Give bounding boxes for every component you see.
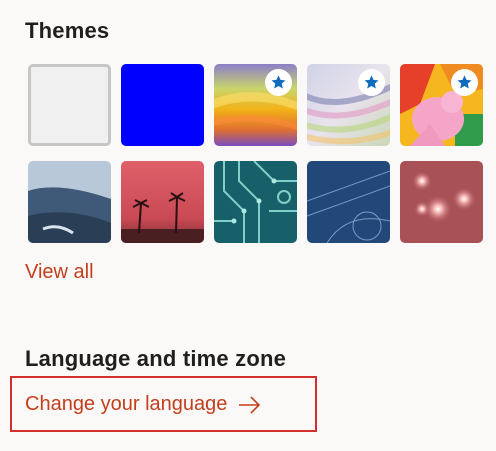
change-language-label: Change your language (25, 393, 228, 415)
star-icon (364, 75, 379, 89)
theme-tile-default[interactable] (28, 64, 111, 146)
theme-tile-lights[interactable] (400, 161, 483, 243)
theme-tile-blueprint[interactable] (307, 161, 390, 243)
theme-thumbnail (214, 161, 297, 243)
themes-heading: Themes (25, 18, 110, 43)
theme-tile-unicorn[interactable] (400, 64, 483, 146)
language-timezone-heading: Language and time zone (25, 346, 287, 371)
theme-tile-palm[interactable] (121, 161, 204, 243)
theme-thumbnail (28, 161, 111, 243)
theme-tile-blue[interactable] (121, 64, 204, 146)
theme-tile-rainbow[interactable] (214, 64, 297, 146)
view-all-themes-link[interactable]: View all (25, 261, 94, 284)
premium-star-badge (451, 69, 478, 96)
star-icon (271, 75, 286, 89)
premium-star-badge (265, 69, 292, 96)
star-icon (457, 75, 472, 89)
theme-thumbnail (307, 161, 390, 243)
theme-thumbnail (400, 161, 483, 243)
arrow-right-icon (237, 395, 263, 415)
change-language-link[interactable]: Change your language (25, 393, 263, 416)
theme-tile-circuit[interactable] (214, 161, 297, 243)
theme-tile-prism[interactable] (307, 64, 390, 146)
theme-tile-mountain[interactable] (28, 161, 111, 243)
theme-thumbnail (121, 64, 204, 146)
premium-star-badge (358, 69, 385, 96)
theme-thumbnail (121, 161, 204, 243)
themes-grid (28, 64, 483, 243)
